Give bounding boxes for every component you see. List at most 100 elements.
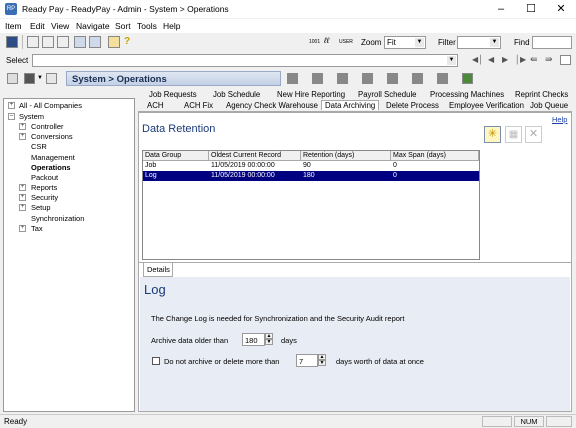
tree-item[interactable]: All - All Companies [19,101,82,110]
expand-icon[interactable]: + [19,184,26,191]
menu-item[interactable]: Tools [137,21,157,31]
menu-item[interactable]: Navigate [76,21,110,31]
tree-item[interactable]: Packout [31,173,58,182]
copy-icon[interactable] [42,36,54,48]
tree-item[interactable]: Conversions [31,132,73,141]
divider [138,262,572,263]
expand-icon[interactable]: + [19,225,26,232]
tree-item[interactable]: Setup [31,203,51,212]
expand-icon[interactable]: + [19,133,26,140]
paste-icon[interactable] [57,36,69,48]
tree-item[interactable]: Synchronization [31,214,84,223]
tab-job-requests[interactable]: Job Requests [149,90,197,99]
collapse-icon[interactable]: – [8,113,15,120]
tree-item[interactable]: Management [31,153,75,162]
close-button[interactable]: ✕ [546,0,576,19]
module-icon[interactable] [312,73,323,84]
prev-record-icon[interactable]: ◀ [488,55,494,64]
tree-item[interactable]: CSR [31,142,47,151]
module-icon[interactable] [287,73,298,84]
tree-item[interactable]: Reports [31,183,57,192]
spin-down-icon[interactable]: ▼ [265,339,273,345]
help-link[interactable]: Help [552,115,567,124]
expand-icon[interactable]: + [19,194,26,201]
tab-new-hire-reporting[interactable]: New Hire Reporting [277,90,345,99]
tab-payroll-schedule[interactable]: Payroll Schedule [358,90,417,99]
tree-item-selected[interactable]: Operations [31,163,71,172]
tab-employee-verification[interactable]: Employee Verification [449,101,524,110]
tab-details[interactable]: Details [143,263,173,277]
zoom-select[interactable]: Fit ▼ [384,36,426,49]
module-icon[interactable] [412,73,423,84]
menu-item[interactable]: Edit [30,21,45,31]
add-icon[interactable]: ✳ [484,126,501,143]
save-icon[interactable] [6,36,18,48]
tab-data-archiving[interactable]: Data Archiving [321,100,380,110]
span-days-input[interactable]: 7 [296,354,318,367]
tab-reprint-checks[interactable]: Reprint Checks [515,90,568,99]
menu-item[interactable]: Help [163,21,180,31]
print-icon[interactable] [24,73,35,84]
help-icon[interactable]: ? [124,36,130,47]
column-header[interactable]: Max Span (days) [391,151,479,161]
span-days-value: 7 [299,357,304,366]
folder-icon[interactable] [560,55,571,65]
forward-icon[interactable]: ⇛ [545,54,553,65]
report-icon[interactable] [108,36,120,48]
tab-processing-machines[interactable]: Processing Machines [430,90,504,99]
tree-item[interactable]: Controller [31,122,64,131]
archive-days-input[interactable]: 180 [242,333,265,346]
menu-item[interactable]: Item [5,21,22,31]
menu-item[interactable]: Sort [115,21,131,31]
tab-job-queue[interactable]: Job Queue [530,101,568,110]
preview-icon[interactable] [46,73,57,84]
chevron-down-icon: ▼ [447,56,456,65]
edit-icon[interactable]: ▦ [505,126,522,143]
column-header[interactable]: Oldest Current Record [209,151,301,161]
back-icon[interactable]: ⇚ [530,54,538,65]
minimize-button[interactable]: – [486,0,516,19]
module-icon[interactable] [337,73,348,84]
module-icon[interactable] [362,73,373,84]
table-cell: 0 [393,162,397,169]
select-combo[interactable]: ▼ [32,54,458,67]
column-header[interactable]: Data Group [143,151,209,161]
tab-delete-process[interactable]: Delete Process [386,101,439,110]
sort-icon[interactable] [74,36,86,48]
last-record-icon[interactable]: │▶ [515,55,526,64]
tab-job-schedule[interactable]: Job Schedule [213,90,260,99]
limit-checkbox[interactable] [152,357,160,365]
status-text: Ready [4,417,28,426]
delete-icon[interactable]: ✕ [525,126,542,143]
table-row[interactable]: Job 11/05/2019 00:00:00 90 0 [143,161,479,171]
home-icon[interactable] [7,73,18,84]
find-input[interactable] [532,36,572,49]
maximize-button[interactable]: ☐ [516,0,546,19]
table-row-selected[interactable]: Log 11/05/2019 00:00:00 180 0 [143,171,479,181]
chevron-down-icon[interactable]: ▼ [37,75,43,81]
menu-item[interactable]: View [51,21,69,31]
expand-icon[interactable]: + [8,102,15,109]
archive-label: Archive data older than [151,336,229,345]
expand-icon[interactable]: + [19,123,26,130]
tree-item[interactable]: Tax [31,224,43,233]
expand-icon[interactable]: + [19,204,26,211]
find-label: Find [514,38,530,47]
tree-item[interactable]: Security [31,193,58,202]
module-icon[interactable] [387,73,398,84]
first-record-icon[interactable]: ◀│ [472,55,483,64]
spin-down-icon[interactable]: ▼ [318,360,326,366]
column-header[interactable]: Retention (days) [301,151,391,161]
filter-select[interactable]: ▼ [457,36,501,49]
module-icon[interactable] [462,73,473,84]
tab-ach[interactable]: ACH [147,101,163,110]
tree-icon[interactable] [89,36,101,48]
tab-ach-fix[interactable]: ACH Fix [184,101,213,110]
module-icon[interactable] [437,73,448,84]
table-cell: 0 [393,172,397,179]
tree-item[interactable]: System [19,112,44,121]
tab-agency-check-warehouse[interactable]: Agency Check Warehouse [226,101,318,110]
cut-icon[interactable] [27,36,39,48]
table-cell: Log [145,172,157,179]
next-record-icon[interactable]: ▶ [502,55,508,64]
